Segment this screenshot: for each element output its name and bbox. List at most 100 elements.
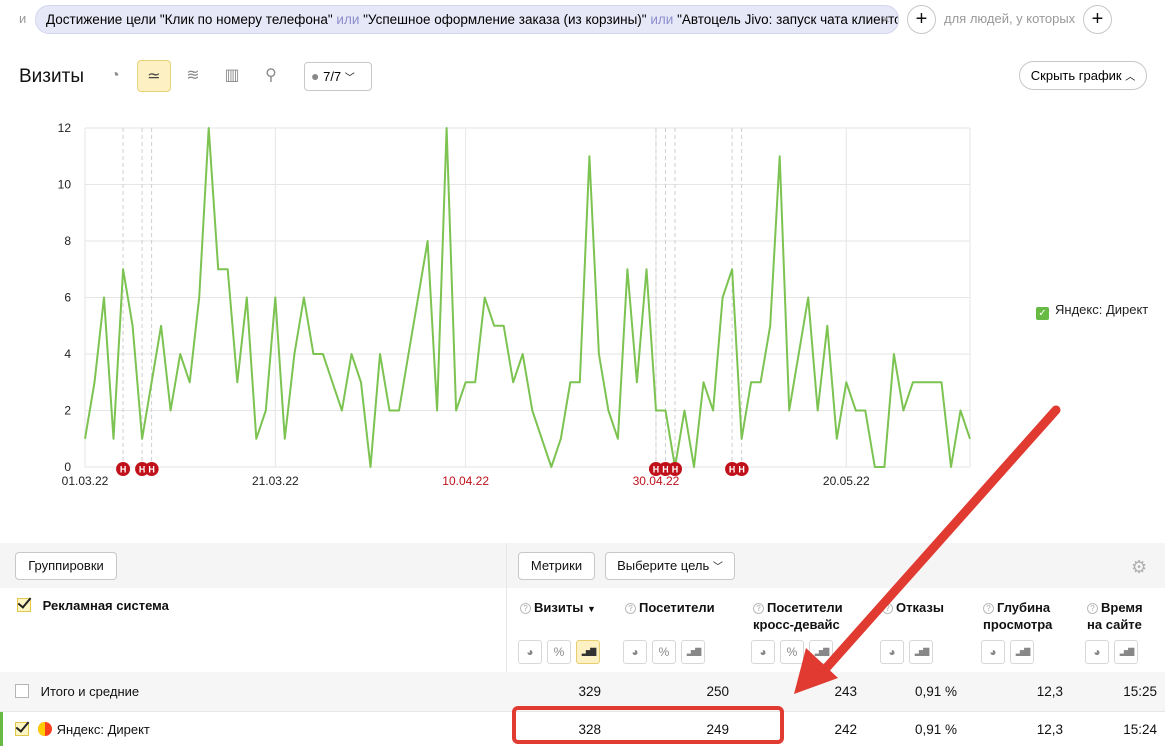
percent-icon[interactable]: % [547, 640, 571, 664]
or-connector: или [336, 12, 360, 27]
holiday-marker-label: Н [120, 465, 127, 475]
metric-header-1[interactable]: ? Посетители [625, 599, 715, 616]
segment-condition: Достижение цели "Клик по номеру телефона… [46, 12, 333, 27]
pie-chart-icon[interactable]: ◕ [1085, 640, 1109, 664]
segment-condition: "Автоцель Jivo: запуск чата клиентом" [677, 12, 899, 27]
pie-chart-icon[interactable]: ◕ [981, 640, 1005, 664]
y-tick-label: 0 [64, 460, 71, 474]
chart-legend[interactable]: ✓ Яндекс: Директ [1036, 302, 1148, 320]
annotations-dropdown[interactable]: ● 7/7 ﹀ [304, 62, 372, 91]
pie-chart-icon[interactable]: ◕ [880, 640, 904, 664]
line-chart-icon[interactable]: ≃ [137, 60, 171, 92]
table-cell: 0,91 % [914, 684, 957, 699]
row-checkbox[interactable] [15, 722, 29, 736]
y-tick-label: 6 [64, 291, 71, 305]
metric-header-line1: Визиты [534, 600, 584, 615]
metric-header-3[interactable]: ? Отказы [882, 599, 944, 616]
goal-select-label: Выберите цель [617, 558, 710, 573]
table-cell: 12,3 [1036, 684, 1063, 699]
add-people-condition-button[interactable]: + [1083, 5, 1112, 34]
comment-icon: ● [311, 68, 320, 84]
pie-chart-icon[interactable]: ◕ [751, 640, 775, 664]
y-tick-label: 10 [58, 178, 72, 192]
metric-header-2[interactable]: ? Посетители кросс-девайс [753, 599, 843, 633]
help-icon[interactable]: ? [882, 603, 893, 614]
legend-checkbox[interactable]: ✓ [1036, 307, 1049, 320]
metric-header-line1: Отказы [896, 600, 944, 615]
segment-condition-text: Достижение цели "Клик по номеру телефона… [46, 12, 899, 27]
metric-header-line1: Посетители [767, 600, 843, 615]
holiday-marker-label: Н [672, 465, 679, 475]
bar-chart-icon[interactable]: ▂▅▇ [576, 640, 600, 664]
y-tick-label: 2 [64, 404, 71, 418]
help-icon[interactable]: ? [625, 603, 636, 614]
bar-chart-icon[interactable]: ▂▅▇ [681, 640, 705, 664]
x-tick-label: 01.03.22 [62, 474, 109, 488]
holiday-marker-label: Н [148, 465, 155, 475]
metric-header-line1: Посетители [639, 600, 715, 615]
help-icon[interactable]: ? [520, 603, 531, 614]
metric-header-line1: Время [1101, 600, 1143, 615]
table-cell: 15:24 [1123, 722, 1157, 737]
table-cell: 250 [706, 684, 729, 699]
dimension-header-label: Рекламная система [42, 598, 169, 613]
row-label: Итого и средние [40, 684, 140, 699]
help-icon[interactable]: ? [983, 603, 994, 614]
gear-icon[interactable]: ⚙ [1131, 557, 1147, 578]
holiday-marker-label: Н [738, 465, 745, 475]
groupings-button[interactable]: Группировки [15, 552, 117, 580]
area-chart-icon[interactable]: ≋ [176, 60, 210, 92]
dimension-checkbox[interactable] [17, 598, 31, 612]
pie-chart-icon[interactable]: ◕ [623, 640, 647, 664]
dimension-header[interactable]: Рекламная система [17, 598, 169, 613]
goal-select[interactable]: Выберите цель ﹀ [605, 552, 735, 580]
legend-label: Яндекс: Директ [1055, 302, 1149, 317]
percent-icon[interactable]: % [780, 640, 804, 664]
and-label: и [19, 11, 27, 26]
annotations-count: 7/7 [323, 69, 342, 84]
table-cell: 329 [578, 684, 601, 699]
x-tick-label: 20.05.22 [823, 474, 870, 488]
close-icon[interactable]: × [881, 6, 890, 33]
total-row-label[interactable]: Итого и средние [15, 684, 139, 699]
pie-chart-icon[interactable]: ◔ [98, 60, 132, 92]
map-pin-icon[interactable]: ⚲ [254, 60, 288, 92]
metric-header-5[interactable]: ? Время на сайте [1087, 599, 1143, 633]
x-tick-label: 10.04.22 [442, 474, 489, 488]
table-cell: 243 [834, 684, 857, 699]
segment-condition-pill[interactable]: Достижение цели "Клик по номеру телефона… [35, 5, 899, 34]
add-condition-button[interactable]: + [907, 5, 936, 34]
metric-header-line1: Глубина [997, 600, 1051, 615]
segment-condition: "Успешное оформление заказа (из корзины)… [363, 12, 647, 27]
sort-desc-icon[interactable]: ▼ [587, 604, 596, 614]
annotation-highlight-box [512, 706, 784, 744]
y-tick-label: 8 [64, 234, 71, 248]
holiday-marker-label: Н [139, 465, 146, 475]
metric-header-0[interactable]: ? Визиты ▼ [520, 599, 596, 618]
y-tick-label: 4 [64, 347, 71, 361]
bar-chart-icon[interactable]: ▂▅▇ [909, 640, 933, 664]
bar-chart-icon[interactable]: ▂▅▇ [1010, 640, 1034, 664]
x-tick-label: 21.03.22 [252, 474, 299, 488]
holiday-marker-label: Н [653, 465, 660, 475]
help-icon[interactable]: ? [753, 603, 764, 614]
chevron-down-icon: ﹀ [712, 562, 723, 573]
metrics-button[interactable]: Метрики [518, 552, 595, 580]
chevron-up-icon: ︿ [1125, 72, 1136, 83]
x-tick-label: 30.04.22 [633, 474, 680, 488]
holiday-marker-label: Н [662, 465, 669, 475]
hide-chart-button[interactable]: Скрыть график ︿ [1019, 61, 1147, 90]
visits-line-chart: 0 2 4 6 8 10 12 01.03.22 21.03.22 10.04.22 30.04.2… [58, 121, 971, 488]
pie-chart-icon[interactable]: ◕ [518, 640, 542, 664]
direct-row-label[interactable]: Яндекс: Директ [15, 722, 150, 737]
help-icon[interactable]: ? [1087, 603, 1098, 614]
stacked-bars-icon[interactable]: ▥ [215, 60, 249, 92]
or-connector: или [650, 12, 674, 27]
people-label: для людей, у которых [944, 11, 1076, 26]
row-checkbox[interactable] [15, 684, 29, 698]
hide-chart-label: Скрыть график [1030, 68, 1122, 83]
metric-header-4[interactable]: ? Глубина просмотра [983, 599, 1052, 633]
bar-chart-icon[interactable]: ▂▅▇ [809, 640, 833, 664]
bar-chart-icon[interactable]: ▂▅▇ [1114, 640, 1138, 664]
percent-icon[interactable]: % [652, 640, 676, 664]
